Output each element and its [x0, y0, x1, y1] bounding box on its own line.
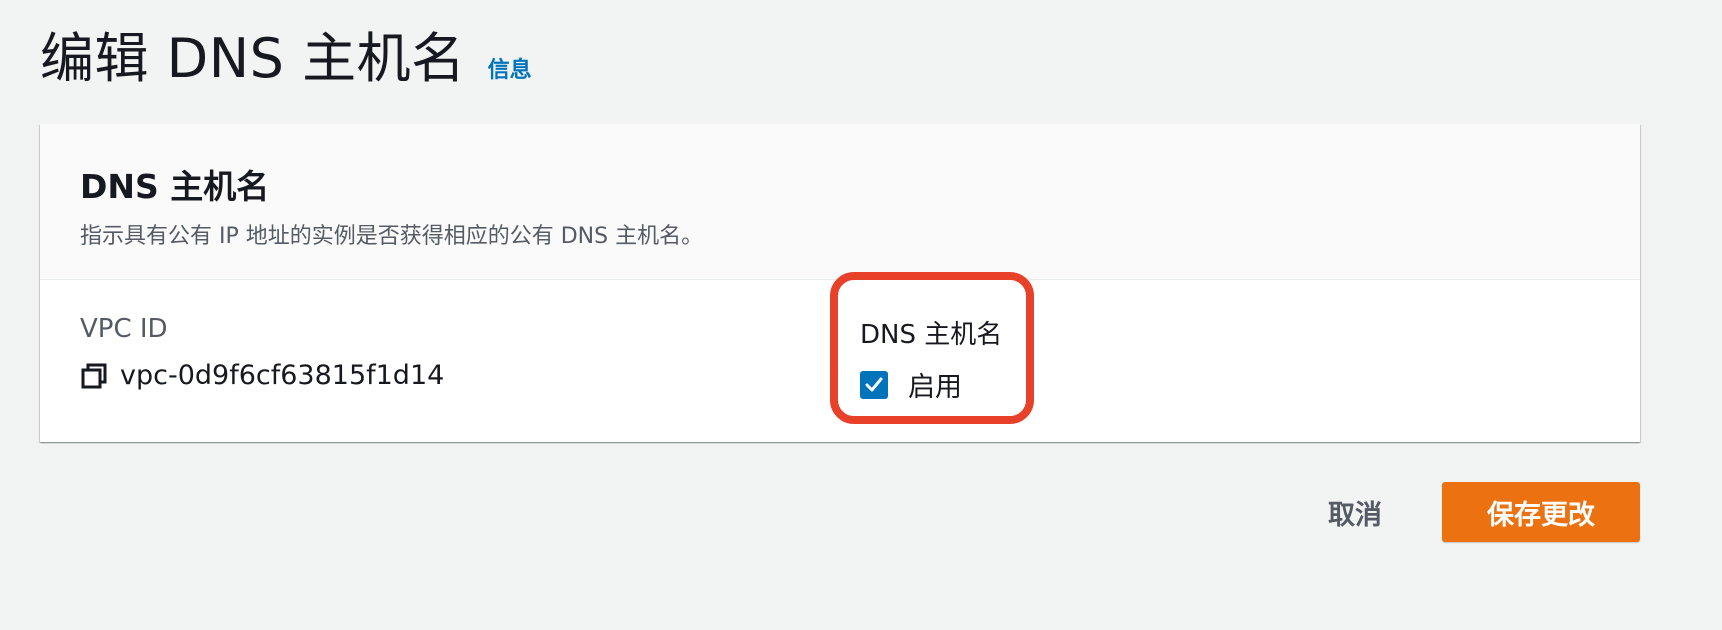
vpc-id-value: vpc-0d9f6cf63815f1d14 [120, 360, 445, 391]
copy-icon[interactable] [80, 362, 108, 390]
panel-title: DNS 主机名 [80, 167, 270, 206]
panel-description: 指示具有公有 IP 地址的实例是否获得相应的公有 DNS 主机名。 [80, 224, 704, 249]
enable-checkbox[interactable] [860, 370, 888, 399]
vpc-id-field: VPC ID vpc-0d9f6cf63815f1d14 [80, 314, 444, 391]
dns-hostnames-label: DNS 主机名 [860, 320, 1003, 350]
save-changes-button[interactable]: 保存更改 [1442, 482, 1640, 542]
enable-checkbox-label[interactable]: 启用 [908, 365, 962, 404]
cancel-button[interactable]: 取消 [1328, 493, 1382, 532]
page-header: 编辑 DNS 主机名 信息 [40, 14, 532, 93]
dns-hostnames-field: DNS 主机名 启用 [860, 314, 1002, 404]
form-actions: 取消 保存更改 [1328, 482, 1640, 542]
dns-hostnames-panel: DNS 主机名 指示具有公有 IP 地址的实例是否获得相应的公有 DNS 主机名… [40, 124, 1640, 442]
panel-body: VPC ID vpc-0d9f6cf63815f1d14 DNS 主机名 启用 [40, 280, 1640, 442]
page-title: 编辑 DNS 主机名 [40, 27, 466, 90]
checkmark-icon [865, 377, 883, 391]
enable-checkbox-row[interactable]: 启用 [860, 365, 1002, 404]
vpc-id-label: VPC ID [80, 314, 168, 344]
vpc-id-value-row: vpc-0d9f6cf63815f1d14 [80, 360, 444, 391]
info-link[interactable]: 信息 [488, 52, 532, 84]
panel-header: DNS 主机名 指示具有公有 IP 地址的实例是否获得相应的公有 DNS 主机名… [40, 124, 1640, 280]
